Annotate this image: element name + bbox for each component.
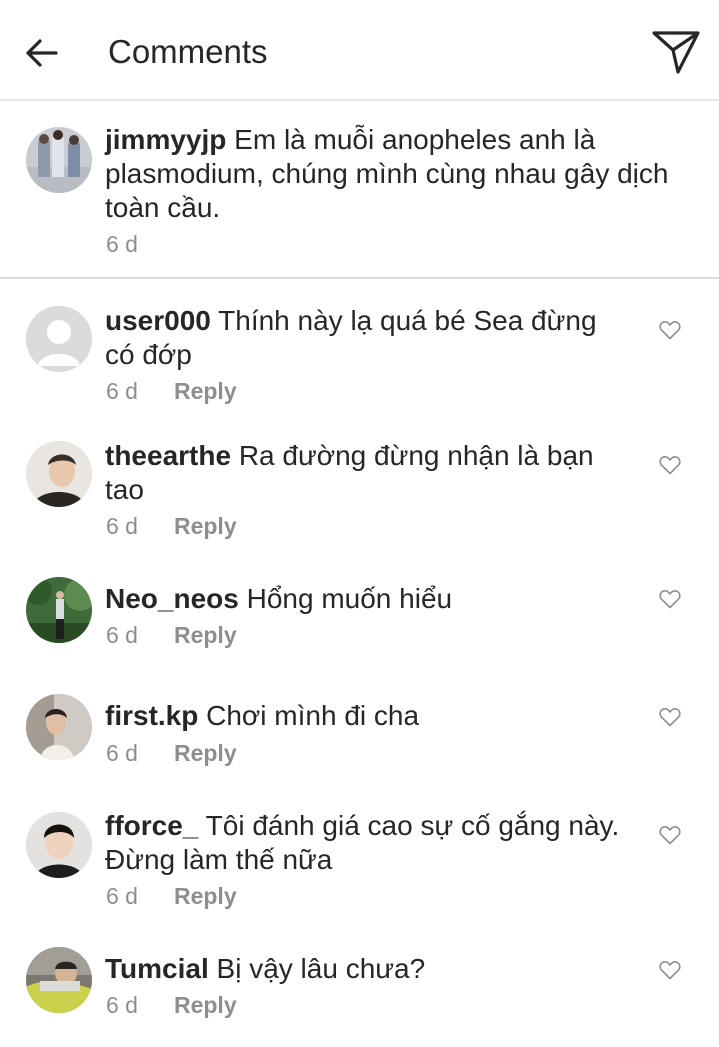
timestamp: 6 d (106, 378, 138, 404)
caption-text: jimmyyjp Em là muỗi anopheles anh là pla… (105, 123, 695, 225)
username[interactable]: user000 (105, 305, 211, 336)
username[interactable]: first.kp (105, 700, 198, 731)
avatar[interactable] (26, 127, 92, 193)
avatar[interactable] (26, 812, 92, 878)
comment-meta: 6 d Reply (106, 376, 237, 406)
heart-outline-icon (659, 826, 681, 845)
comment-meta: 6 d Reply (106, 990, 237, 1020)
avatar[interactable] (26, 947, 92, 1013)
comment-text: theearthe Ra đường đừng nhận là bạn tao (105, 439, 625, 507)
comment-meta: 6 d Reply (106, 620, 237, 650)
heart-outline-icon (659, 590, 681, 609)
comment-meta: 6 d Reply (106, 511, 237, 541)
comment-item: Tumcial Bị vậy lâu chưa? 6 d Reply (0, 930, 719, 1047)
arrow-left-icon (26, 39, 58, 67)
share-button[interactable] (646, 24, 706, 80)
comment-meta: 6 d (106, 229, 138, 259)
comment-text: Tumcial Bị vậy lâu chưa? (105, 952, 625, 986)
comment-text: user000 Thính này lạ quá bé Sea đừng có … (105, 304, 625, 372)
username[interactable]: theearthe (105, 440, 231, 471)
page-title: Comments (108, 33, 268, 70)
comment-item: first.kp Chơi mình đi cha 6 d Reply (0, 667, 719, 785)
reply-button[interactable]: Reply (174, 378, 237, 404)
top-app-bar: Comments (0, 0, 719, 101)
reply-button[interactable]: Reply (174, 513, 237, 539)
username[interactable]: fforce_ (105, 810, 198, 841)
comment-item: Neo_neos Hổng muốn hiểu 6 d Reply (0, 550, 719, 667)
comment-text: fforce_ Tôi đánh giá cao sự cố gắng này.… (105, 809, 625, 877)
comment-body: Hổng muốn hiểu (246, 583, 453, 614)
timestamp: 6 d (106, 231, 138, 257)
back-button[interactable] (16, 28, 66, 78)
reply-button[interactable]: Reply (174, 622, 237, 648)
reply-button[interactable]: Reply (174, 883, 237, 909)
timestamp: 6 d (106, 992, 138, 1018)
comment-text: first.kp Chơi mình đi cha (105, 699, 625, 733)
like-button[interactable] (658, 588, 682, 610)
reply-button[interactable]: Reply (174, 740, 237, 766)
heart-outline-icon (659, 961, 681, 980)
comment-item: theearthe Ra đường đừng nhận là bạn tao … (0, 415, 719, 550)
avatar[interactable] (26, 694, 92, 760)
timestamp: 6 d (106, 513, 138, 539)
timestamp: 6 d (106, 622, 138, 648)
timestamp: 6 d (106, 740, 138, 766)
comment-meta: 6 d Reply (106, 738, 237, 768)
comment-text: Neo_neos Hổng muốn hiểu (105, 582, 625, 616)
like-button[interactable] (658, 959, 682, 981)
heart-outline-icon (659, 708, 681, 727)
comment-item: user000 Thính này lạ quá bé Sea đừng có … (0, 280, 719, 415)
like-button[interactable] (658, 319, 682, 341)
reply-button[interactable]: Reply (174, 992, 237, 1018)
comment-item: fforce_ Tôi đánh giá cao sự cố gắng này.… (0, 785, 719, 930)
comment-body: Bị vậy lâu chưa? (216, 953, 426, 984)
heart-outline-icon (659, 456, 681, 475)
like-button[interactable] (658, 824, 682, 846)
avatar[interactable] (26, 577, 92, 643)
username[interactable]: jimmyyjp (105, 124, 226, 155)
timestamp: 6 d (106, 883, 138, 909)
comment-meta: 6 d Reply (106, 881, 237, 911)
post-caption: jimmyyjp Em là muỗi anopheles anh là pla… (0, 101, 719, 279)
username[interactable]: Tumcial (105, 953, 209, 984)
heart-outline-icon (659, 321, 681, 340)
paper-plane-icon (652, 31, 700, 74)
comment-body: Chơi mình đi cha (206, 700, 420, 731)
like-button[interactable] (658, 454, 682, 476)
avatar[interactable] (26, 441, 92, 507)
avatar[interactable] (26, 306, 92, 372)
username[interactable]: Neo_neos (105, 583, 239, 614)
like-button[interactable] (658, 706, 682, 728)
